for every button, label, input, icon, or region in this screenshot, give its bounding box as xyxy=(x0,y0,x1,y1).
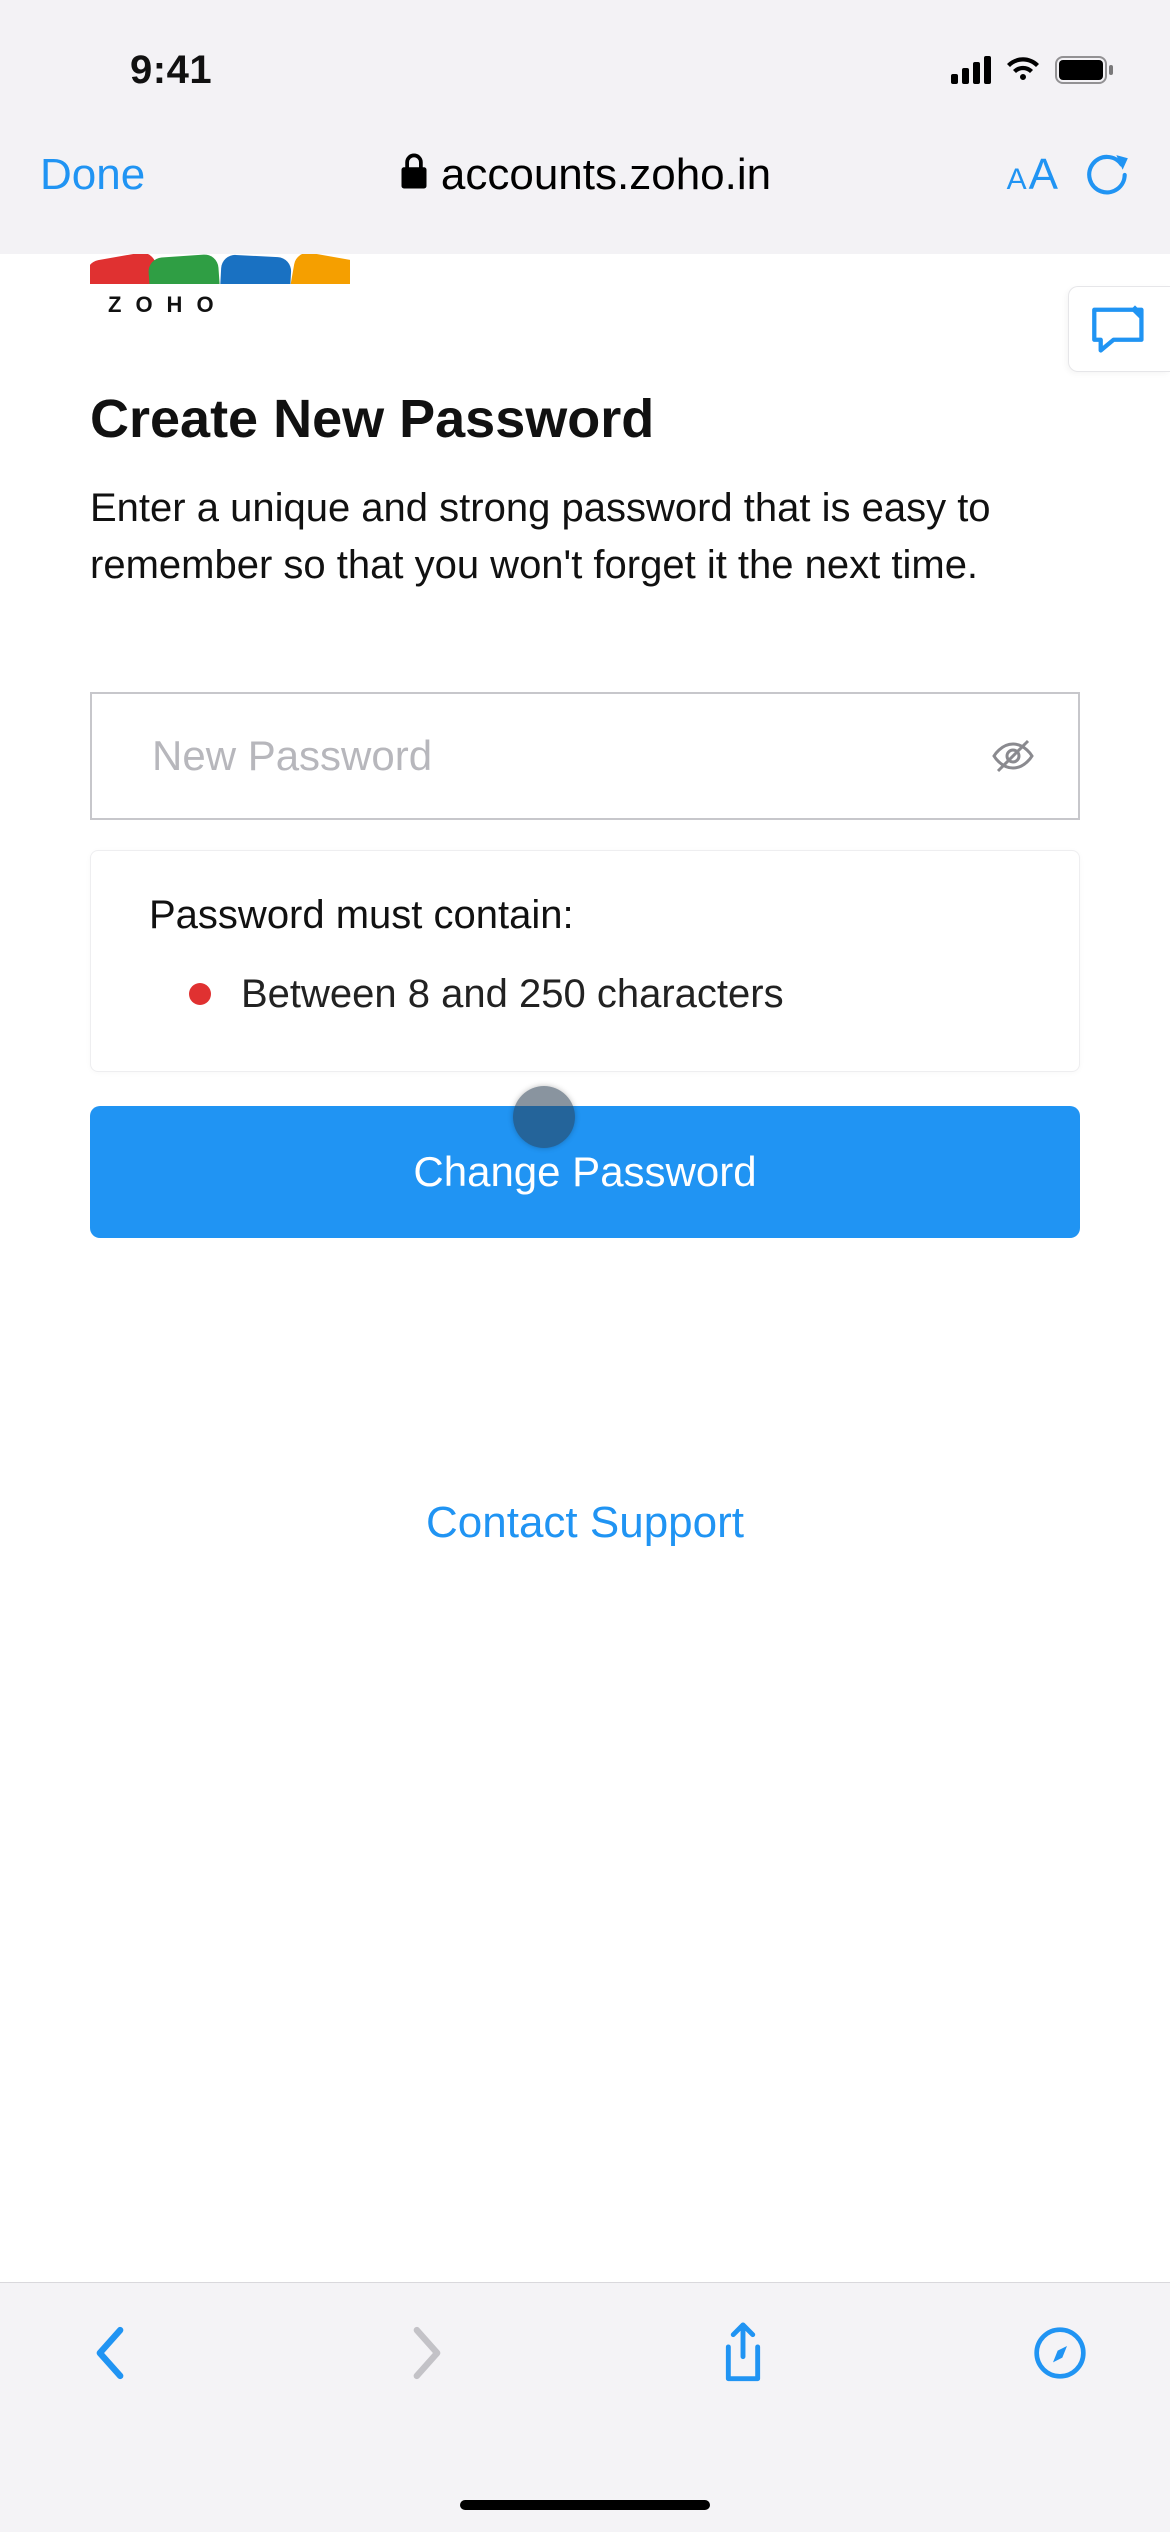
share-icon xyxy=(718,2320,768,2386)
open-in-safari-button[interactable] xyxy=(1020,2313,1100,2393)
forward-button[interactable] xyxy=(387,2313,467,2393)
text-size-button[interactable]: AA xyxy=(1007,150,1058,200)
cellular-icon xyxy=(951,56,991,84)
compass-icon xyxy=(1032,2325,1088,2381)
share-button[interactable] xyxy=(703,2313,783,2393)
battery-icon xyxy=(1055,55,1115,85)
page-title: Create New Password xyxy=(90,388,1080,450)
wifi-icon xyxy=(1005,56,1041,84)
page-subtitle: Enter a unique and strong password that … xyxy=(90,480,1080,594)
new-password-field-wrap xyxy=(90,692,1080,820)
status-icons xyxy=(951,55,1115,85)
eye-off-icon xyxy=(990,733,1036,779)
status-bar: 9:41 xyxy=(0,0,1170,100)
rule-status-dot-icon xyxy=(189,983,211,1005)
change-password-label: Change Password xyxy=(413,1148,756,1196)
change-password-button[interactable]: Change Password xyxy=(90,1106,1080,1238)
page-body: ZOHO Create New Password Enter a unique … xyxy=(0,254,1170,2364)
lock-icon xyxy=(399,150,429,200)
zoho-logo: ZOHO xyxy=(90,254,350,318)
feedback-button[interactable] xyxy=(1068,286,1170,372)
chevron-right-icon xyxy=(409,2325,445,2381)
address-bar[interactable]: accounts.zoho.in xyxy=(200,150,970,200)
done-button[interactable]: Done xyxy=(40,150,200,200)
back-button[interactable] xyxy=(70,2313,150,2393)
url-text: accounts.zoho.in xyxy=(441,150,771,200)
home-indicator[interactable] xyxy=(460,2500,710,2510)
password-rules-title: Password must contain: xyxy=(149,893,1021,938)
browser-bottom-toolbar xyxy=(0,2282,1170,2532)
status-time: 9:41 xyxy=(130,48,212,93)
password-rules-box: Password must contain: Between 8 and 250… xyxy=(90,850,1080,1072)
contact-support-link[interactable]: Contact Support xyxy=(90,1238,1080,1548)
password-rule-text: Between 8 and 250 characters xyxy=(241,972,784,1017)
chevron-left-icon xyxy=(92,2325,128,2381)
password-rule-item: Between 8 and 250 characters xyxy=(149,972,1021,1017)
zoho-logo-text: ZOHO xyxy=(90,292,350,318)
new-password-input[interactable] xyxy=(152,732,988,780)
toggle-password-visibility-button[interactable] xyxy=(988,731,1038,781)
feedback-icon xyxy=(1090,303,1150,355)
reload-button[interactable] xyxy=(1086,153,1130,197)
touch-indicator-icon xyxy=(513,1086,575,1148)
browser-bar: Done accounts.zoho.in AA xyxy=(0,100,1170,270)
